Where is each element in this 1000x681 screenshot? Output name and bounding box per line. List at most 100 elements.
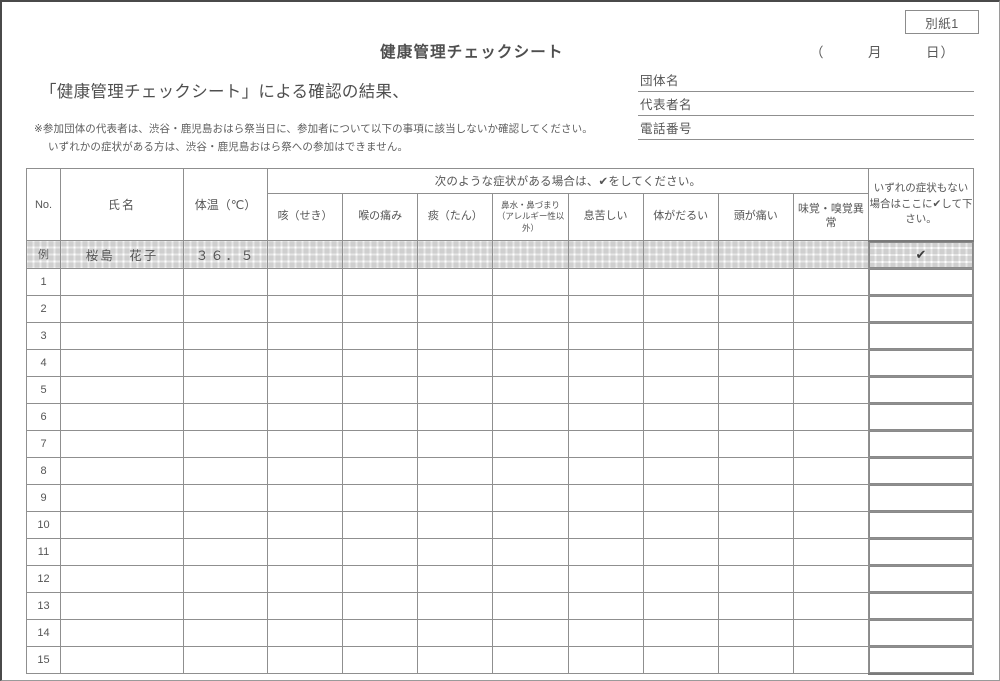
cell-no-symptoms-12[interactable] (868, 564, 974, 593)
cell-no-symptoms-5[interactable] (868, 375, 974, 404)
cell-symptom-1-14[interactable] (266, 618, 344, 647)
cell-symptom-2-5[interactable] (342, 375, 419, 404)
cell-symptom-3-5[interactable] (417, 375, 494, 404)
cell-symptom-1-10[interactable] (266, 510, 344, 539)
cell-temperature-example[interactable]: ３６．５ (183, 240, 268, 269)
cell-temperature-14[interactable] (183, 618, 268, 647)
cell-name-14[interactable] (60, 618, 184, 647)
cell-symptom-2-13[interactable] (342, 591, 419, 620)
no-symptoms-checkbox-6[interactable] (869, 403, 973, 430)
cell-temperature-6[interactable] (183, 402, 268, 431)
cell-symptom-8-7[interactable] (792, 429, 870, 458)
cell-symptom-7-10[interactable] (717, 510, 794, 539)
cell-temperature-1[interactable] (183, 267, 268, 296)
cell-symptom-4-8[interactable] (492, 456, 569, 485)
cell-symptom-4-5[interactable] (492, 375, 569, 404)
cell-symptom-3-8[interactable] (417, 456, 494, 485)
cell-name-10[interactable] (60, 510, 184, 539)
cell-symptom-5-4[interactable] (567, 348, 644, 377)
cell-symptom-3-11[interactable] (417, 537, 494, 566)
cell-name-3[interactable] (60, 321, 184, 350)
cell-name-example[interactable]: 桜島 花子 (60, 240, 184, 269)
cell-symptom-6-7[interactable] (642, 429, 719, 458)
no-symptoms-checkbox-5[interactable] (869, 376, 973, 403)
cell-symptom-5-10[interactable] (567, 510, 644, 539)
cell-temperature-9[interactable] (183, 483, 268, 512)
cell-symptom-1-6[interactable] (266, 402, 344, 431)
cell-symptom-1-example[interactable] (266, 240, 344, 269)
cell-symptom-1-5[interactable] (266, 375, 344, 404)
cell-name-2[interactable] (60, 294, 184, 323)
cell-symptom-1-4[interactable] (266, 348, 344, 377)
cell-name-11[interactable] (60, 537, 184, 566)
no-symptoms-checkbox-15[interactable] (869, 646, 973, 673)
cell-symptom-3-13[interactable] (417, 591, 494, 620)
cell-symptom-4-7[interactable] (492, 429, 569, 458)
cell-symptom-8-11[interactable] (792, 537, 870, 566)
cell-symptom-4-12[interactable] (492, 564, 569, 593)
no-symptoms-checkbox-3[interactable] (869, 322, 973, 349)
no-symptoms-checkbox-10[interactable] (869, 511, 973, 538)
cell-symptom-2-1[interactable] (342, 267, 419, 296)
cell-name-7[interactable] (60, 429, 184, 458)
cell-symptom-3-14[interactable] (417, 618, 494, 647)
cell-symptom-7-12[interactable] (717, 564, 794, 593)
cell-symptom-5-15[interactable] (567, 645, 644, 674)
no-symptoms-checkbox-2[interactable] (869, 295, 973, 322)
cell-symptom-1-9[interactable] (266, 483, 344, 512)
cell-symptom-3-example[interactable] (417, 240, 494, 269)
cell-name-1[interactable] (60, 267, 184, 296)
cell-symptom-1-2[interactable] (266, 294, 344, 323)
cell-symptom-8-10[interactable] (792, 510, 870, 539)
cell-symptom-7-example[interactable] (717, 240, 794, 269)
cell-temperature-2[interactable] (183, 294, 268, 323)
cell-symptom-8-2[interactable] (792, 294, 870, 323)
cell-temperature-12[interactable] (183, 564, 268, 593)
cell-name-6[interactable] (60, 402, 184, 431)
cell-no-symptoms-1[interactable] (868, 267, 974, 296)
cell-symptom-4-6[interactable] (492, 402, 569, 431)
cell-symptom-6-5[interactable] (642, 375, 719, 404)
cell-symptom-5-example[interactable] (567, 240, 644, 269)
cell-temperature-4[interactable] (183, 348, 268, 377)
cell-symptom-8-example[interactable] (792, 240, 870, 269)
cell-symptom-4-3[interactable] (492, 321, 569, 350)
cell-symptom-6-8[interactable] (642, 456, 719, 485)
cell-symptom-8-13[interactable] (792, 591, 870, 620)
cell-symptom-8-6[interactable] (792, 402, 870, 431)
cell-symptom-3-6[interactable] (417, 402, 494, 431)
cell-symptom-6-example[interactable] (642, 240, 719, 269)
cell-symptom-7-8[interactable] (717, 456, 794, 485)
cell-symptom-7-5[interactable] (717, 375, 794, 404)
cell-symptom-7-15[interactable] (717, 645, 794, 674)
cell-symptom-3-10[interactable] (417, 510, 494, 539)
cell-symptom-8-12[interactable] (792, 564, 870, 593)
field-row-phone[interactable]: 電話番号 (638, 116, 974, 140)
cell-symptom-5-3[interactable] (567, 321, 644, 350)
cell-symptom-7-4[interactable] (717, 348, 794, 377)
cell-symptom-8-14[interactable] (792, 618, 870, 647)
cell-name-15[interactable] (60, 645, 184, 674)
cell-symptom-2-8[interactable] (342, 456, 419, 485)
cell-symptom-2-7[interactable] (342, 429, 419, 458)
cell-symptom-6-3[interactable] (642, 321, 719, 350)
cell-symptom-6-6[interactable] (642, 402, 719, 431)
no-symptoms-checkbox-example[interactable]: ✔ (869, 241, 973, 268)
cell-symptom-5-12[interactable] (567, 564, 644, 593)
cell-symptom-5-13[interactable] (567, 591, 644, 620)
cell-symptom-8-9[interactable] (792, 483, 870, 512)
cell-symptom-4-11[interactable] (492, 537, 569, 566)
no-symptoms-checkbox-11[interactable] (869, 538, 973, 565)
cell-symptom-5-8[interactable] (567, 456, 644, 485)
cell-symptom-5-5[interactable] (567, 375, 644, 404)
field-row-representative[interactable]: 代表者名 (638, 92, 974, 116)
cell-symptom-7-13[interactable] (717, 591, 794, 620)
cell-no-symptoms-10[interactable] (868, 510, 974, 539)
cell-symptom-5-11[interactable] (567, 537, 644, 566)
no-symptoms-checkbox-9[interactable] (869, 484, 973, 511)
cell-symptom-5-1[interactable] (567, 267, 644, 296)
cell-symptom-6-11[interactable] (642, 537, 719, 566)
cell-symptom-1-13[interactable] (266, 591, 344, 620)
cell-symptom-5-7[interactable] (567, 429, 644, 458)
cell-symptom-8-8[interactable] (792, 456, 870, 485)
